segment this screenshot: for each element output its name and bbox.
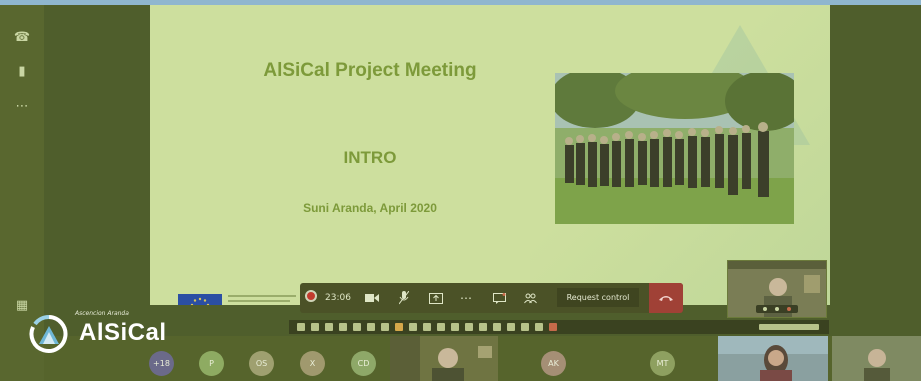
participants-panel (830, 5, 921, 336)
chat-icon[interactable] (489, 283, 509, 313)
presenter-taskbar (289, 320, 829, 334)
alsical-logo-mark (29, 314, 68, 353)
taskbar-app-icon (451, 323, 459, 331)
mic-icon[interactable] (394, 283, 414, 313)
taskbar-app-icon (381, 323, 389, 331)
taskbar-app-icon (437, 323, 445, 331)
taskbar-app-icon (493, 323, 501, 331)
share-screen-icon[interactable] (426, 283, 446, 313)
eu-flag-logo (178, 294, 222, 305)
start-icon (297, 323, 305, 331)
participant-video-tile[interactable] (832, 336, 921, 381)
taskbar-app-icon (507, 323, 515, 331)
call-timer: 23:06 (325, 293, 351, 303)
request-control-button[interactable]: Request control (557, 288, 639, 307)
taskbar-app-icon (479, 323, 487, 331)
apps-icon[interactable]: ▦ (13, 297, 31, 315)
more-options-icon[interactable]: ⋯ (456, 283, 476, 313)
participant-avatar[interactable]: X (300, 351, 325, 376)
camera-icon[interactable] (362, 283, 382, 313)
recording-indicator (303, 283, 319, 313)
eu-funding-notice (228, 295, 298, 305)
alsical-logo: Ascencion Aranda AlSiCal (25, 310, 185, 354)
taskbar-app-icon (521, 323, 529, 331)
taskbar-app-icon (353, 323, 361, 331)
slide-author-date: Suni Aranda, April 2020 (303, 201, 437, 215)
hangup-icon[interactable] (649, 283, 683, 313)
participants-icon[interactable] (520, 283, 540, 313)
meeting-control-bar: 23:06 ⋯ Request control (300, 283, 683, 313)
more-apps-icon[interactable]: ⋯ (13, 98, 31, 116)
presenter-video-preview (727, 260, 827, 318)
system-tray (759, 324, 819, 330)
taskbar-app-icon (465, 323, 473, 331)
participant-avatar[interactable]: +18 (149, 351, 174, 376)
taskbar-app-icon (311, 323, 319, 331)
taskbar-app-icon (395, 323, 403, 331)
calls-icon[interactable]: ☎ (13, 29, 31, 47)
taskbar-app-icon (325, 323, 333, 331)
participant-avatar[interactable]: OS (249, 351, 274, 376)
files-icon[interactable]: ▮ (13, 63, 31, 81)
participant-video-tile[interactable] (390, 336, 498, 381)
taskbar-app-icon (409, 323, 417, 331)
slide-title: AlSiCal Project Meeting (263, 60, 477, 81)
participant-avatar[interactable]: P (199, 351, 224, 376)
logo-wordmark: AlSiCal (79, 319, 167, 346)
logo-subtext: Ascencion Aranda (75, 310, 129, 317)
participant-video-tile[interactable] (718, 336, 828, 381)
taskbar-app-icon (339, 323, 347, 331)
taskbar-app-icon (423, 323, 431, 331)
participant-avatar[interactable]: MT (650, 351, 675, 376)
participant-avatar[interactable]: AK (541, 351, 566, 376)
taskbar-app-icon (549, 323, 557, 331)
group-photo (555, 73, 794, 224)
taskbar-app-icon (367, 323, 375, 331)
slide-section-title: INTRO (343, 148, 397, 167)
taskbar-app-icon (535, 323, 543, 331)
participant-avatar[interactable]: CD (351, 351, 376, 376)
